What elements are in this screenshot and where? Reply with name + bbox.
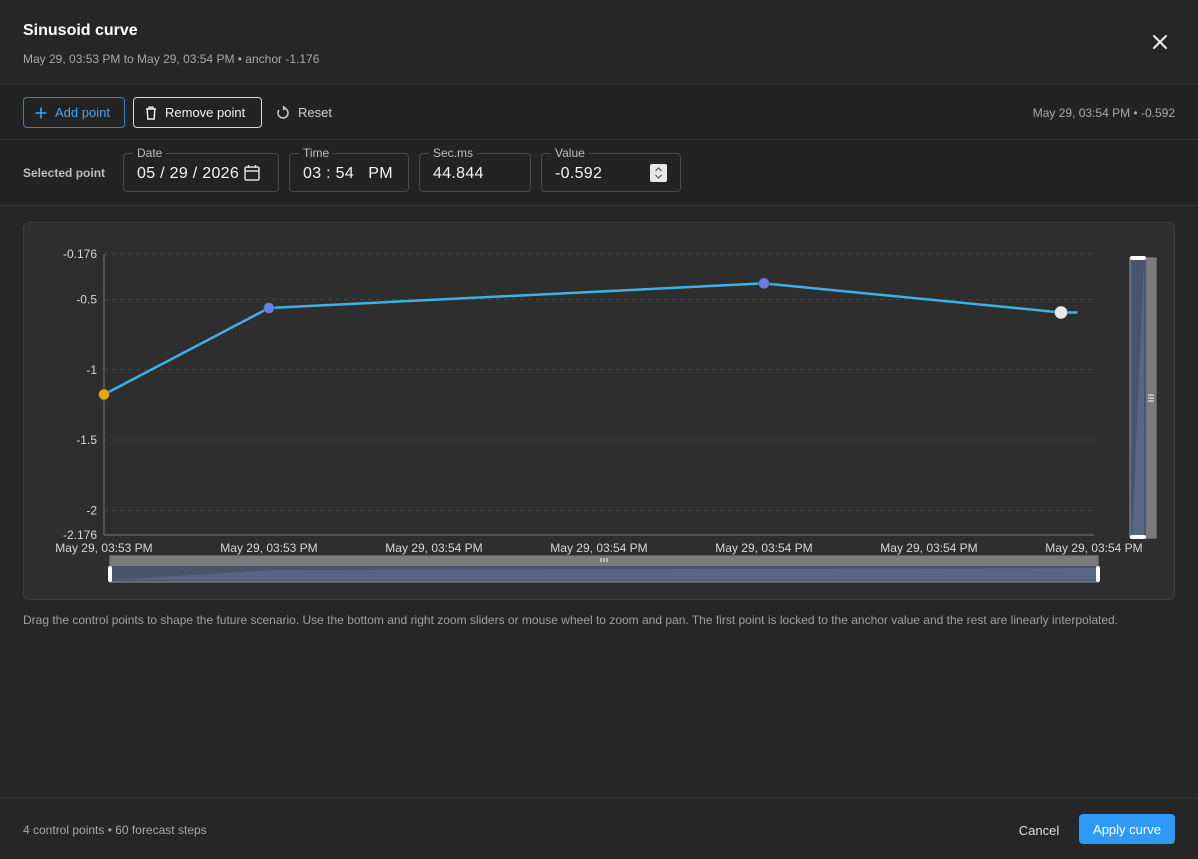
cancel-button[interactable]: Cancel [1005, 815, 1073, 845]
curve-line [103, 282, 1078, 396]
value-stepper[interactable] [650, 164, 667, 182]
x-zoom-handle-right[interactable] [1096, 566, 1100, 582]
selected-control-point[interactable] [1054, 305, 1068, 320]
value-field-value: -0.592 [555, 165, 603, 182]
curve-dialog: Sinusoid curve May 29, 03:53 PM to May 2… [0, 0, 1198, 859]
date-field-value: 05 / 29 / 2026 [137, 165, 240, 182]
reset-label: Reset [298, 105, 332, 120]
x-tick-label: May 29, 03:54 PM [1045, 541, 1142, 555]
date-field[interactable]: Date 05 / 29 / 2026 [123, 146, 279, 192]
reset-button[interactable]: Reset [265, 97, 345, 128]
help-text: Drag the control points to shape the fut… [23, 613, 1119, 627]
chart-panel: -0.176 -0.5 -1 -1.5 -2 -2.176 May 29, 03:53 PM… [23, 222, 1175, 600]
dialog-subtitle: May 29, 03:53 PM to May 29, 03:54 PM • a… [23, 52, 320, 66]
y-tick-label: -0.5 [76, 293, 97, 307]
x-tick-label: May 29, 03:53 PM [55, 541, 152, 555]
dialog-header: Sinusoid curve May 29, 03:53 PM to May 2… [0, 0, 1198, 85]
curve-chart[interactable]: -0.176-0.5-1-1.5-2-2.176May 29, 03:53 PM… [24, 223, 1176, 601]
selected-point-heading: Selected point [23, 166, 106, 180]
calendar-icon[interactable] [244, 164, 260, 181]
selected-point-status: May 29, 03:54 PM • -0.592 [1032, 106, 1175, 120]
y-tick-label: -2.176 [63, 528, 97, 542]
secms-field-label: Sec.ms [429, 146, 478, 160]
control-control-point[interactable] [758, 277, 770, 290]
y-zoom-handle-bottom[interactable] [1130, 535, 1146, 539]
footer-status: 4 control points • 60 forecast steps [23, 823, 207, 837]
close-button[interactable] [1146, 28, 1174, 56]
x-tick-label: May 29, 03:54 PM [385, 541, 482, 555]
control-control-point[interactable] [263, 301, 275, 314]
apply-curve-button[interactable]: Apply curve [1079, 814, 1175, 844]
y-zoom-handle-top[interactable] [1130, 256, 1146, 260]
toolbar: Add point Remove point Reset May 29, 03:… [0, 85, 1198, 140]
x-zoom-handle-left[interactable] [108, 566, 112, 582]
y-tick-label: -1 [86, 363, 97, 377]
x-tick-label: May 29, 03:54 PM [715, 541, 812, 555]
y-tick-label: -2 [86, 503, 97, 517]
secms-field-value: 44.844 [433, 165, 484, 182]
x-tick-label: May 29, 03:54 PM [880, 541, 977, 555]
dialog-title: Sinusoid curve [23, 22, 138, 39]
reset-icon [277, 105, 289, 119]
remove-point-button[interactable]: Remove point [133, 97, 262, 128]
y-tick-label: -1.5 [76, 433, 97, 447]
value-field-label: Value [551, 146, 589, 160]
close-icon [1153, 35, 1167, 49]
time-field-value: 03 : 54 PM [303, 165, 393, 182]
time-field-label: Time [299, 146, 334, 160]
time-field[interactable]: Time 03 : 54 PM [289, 146, 409, 192]
anchor-control-point[interactable] [98, 388, 110, 401]
remove-point-label: Remove point [165, 105, 246, 120]
dialog-footer: 4 control points • 60 forecast steps Can… [0, 797, 1198, 859]
y-tick-label: -0.176 [63, 247, 97, 261]
x-tick-label: May 29, 03:53 PM [220, 541, 317, 555]
value-field[interactable]: Value -0.592 [541, 146, 681, 192]
stepper-arrows-icon [655, 167, 662, 179]
plus-icon [35, 107, 47, 118]
secms-field[interactable]: Sec.ms 44.844 [419, 146, 531, 192]
trash-icon [146, 106, 156, 120]
x-tick-label: May 29, 03:54 PM [550, 541, 647, 555]
add-point-label: Add point [55, 105, 110, 120]
date-field-label: Date [133, 146, 167, 160]
add-point-button[interactable]: Add point [23, 97, 125, 128]
selected-point-row: Selected point Date 05 / 29 / 2026 Time … [0, 140, 1198, 206]
